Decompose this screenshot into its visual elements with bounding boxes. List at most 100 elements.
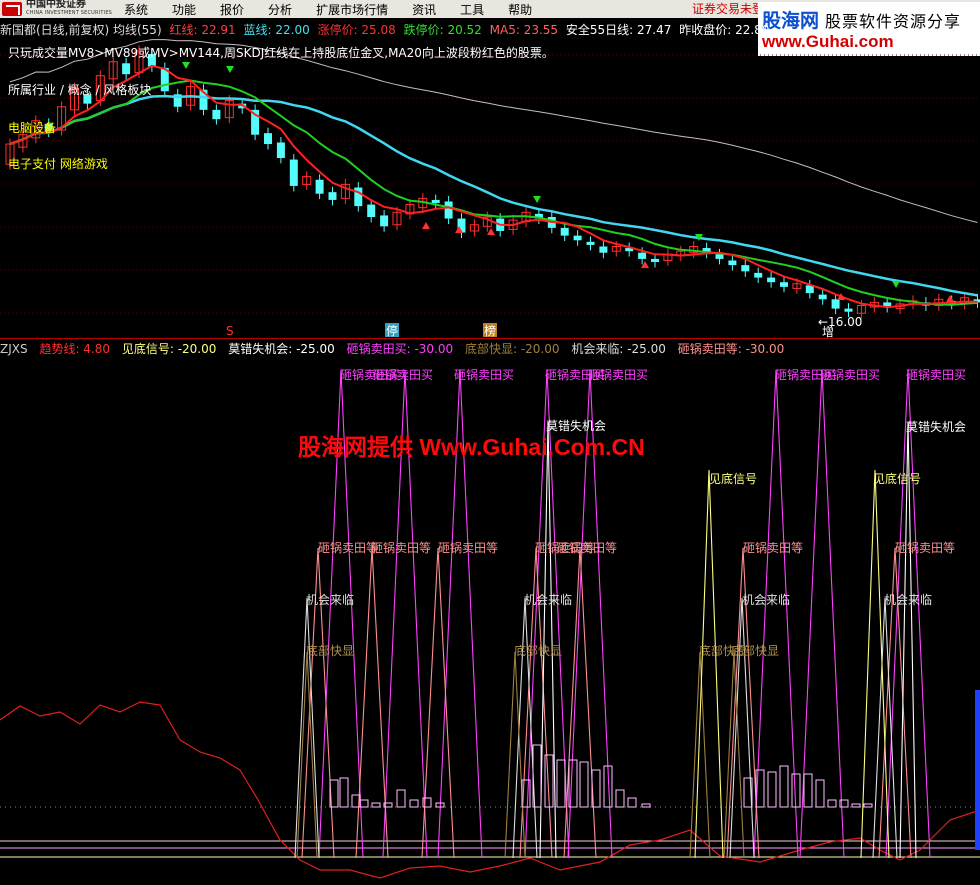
- candle-body: [264, 133, 272, 145]
- buy-signal-label: 砸锅卖田买: [820, 367, 880, 382]
- buy-signal-label: 砸锅卖田买: [906, 367, 966, 382]
- trend-line: [0, 701, 980, 879]
- buy-signal-label: 砸锅卖田买: [454, 367, 514, 382]
- candle-body: [844, 308, 853, 312]
- candle-body: [767, 277, 776, 283]
- wait-signal-spike: [421, 547, 455, 859]
- indicator-bar: [339, 777, 349, 808]
- legend-chance: 机会来临: -25.00: [571, 342, 666, 356]
- indicator-bar: [851, 803, 861, 808]
- candle-body: [367, 204, 376, 217]
- see-bottom-spike: [860, 469, 890, 859]
- candle-body: [431, 199, 440, 204]
- wait-signal-label: 砸锅卖田等: [371, 540, 431, 555]
- indicator-name: ZJXS: [0, 342, 28, 356]
- candle-body: [122, 63, 131, 75]
- indicator-bar: [556, 759, 566, 808]
- candle-body: [289, 159, 298, 186]
- indicator-bar: [579, 761, 589, 808]
- candle-body: [638, 252, 647, 259]
- sell-arrow-icon: [182, 62, 190, 69]
- bottom-show-label: 底部快显: [514, 643, 562, 658]
- candle-body: [276, 142, 285, 158]
- sell-arrow-icon: [892, 281, 900, 288]
- chance-signal-spike: [872, 597, 898, 859]
- candle-body: [780, 282, 788, 287]
- wait-signal-label: 砸锅卖田等: [438, 540, 498, 555]
- indicator-bar: [827, 799, 837, 808]
- chance-label: 机会来临: [524, 593, 572, 607]
- concept-payment-gaming[interactable]: 电子支付 网络游戏: [8, 155, 108, 172]
- panel-divider: [0, 338, 980, 339]
- candle-body: [715, 254, 724, 259]
- ma20-line: [9, 94, 978, 297]
- candle-body: [560, 227, 569, 236]
- legend-trend: 趋势线: 4.80: [39, 342, 111, 356]
- candle-body: [444, 201, 453, 219]
- indicator-legend: ZJXS 趋势线: 4.80 见底信号: -20.00 莫错失机会: -25.0…: [0, 340, 792, 357]
- see-bottom-label: 见底信号: [709, 471, 757, 486]
- chance-label: 机会来临: [884, 593, 932, 607]
- candle-body: [599, 246, 608, 253]
- indicator-bar: [641, 803, 651, 808]
- indicator-bar: [396, 789, 406, 808]
- ma10-line: [9, 79, 978, 306]
- candle-body: [651, 258, 659, 263]
- legend-bottom-show: 底部快显: -20.00: [464, 342, 560, 356]
- see-bottom-label: 见底信号: [873, 471, 921, 486]
- dont-miss-spike: [539, 421, 557, 859]
- wait-signal-label: 砸锅卖田等: [743, 540, 803, 555]
- candle-body: [754, 272, 763, 278]
- marker-ting: 停: [386, 323, 398, 338]
- bottom-show-label: 底部快显: [306, 643, 354, 658]
- wait-signal-label: 砸锅卖田等: [895, 540, 955, 555]
- wait-signal-label: 砸锅卖田等: [318, 540, 378, 555]
- buy-arrow-icon: [487, 228, 495, 235]
- ma5-line: [9, 64, 978, 309]
- indicator-bar: [779, 765, 789, 808]
- bottom-show-label: 底部快显: [731, 643, 779, 658]
- candle-body: [573, 235, 582, 241]
- indicator-bar: [815, 779, 825, 808]
- candle-body: [728, 260, 737, 266]
- chance-signal-spike: [512, 597, 538, 859]
- buy-arrow-icon: [946, 295, 954, 302]
- marker-bang: 榜: [484, 323, 496, 338]
- buy-signal-label: 砸锅卖田买: [588, 367, 648, 382]
- legend-see-bottom: 见底信号: -20.00: [121, 342, 217, 356]
- candle-body: [741, 265, 750, 272]
- candle-body: [212, 109, 221, 120]
- bottom-show-spike: [723, 651, 745, 859]
- candle-body: [380, 215, 389, 227]
- buy-signal-label: 砸锅卖田买: [373, 367, 433, 382]
- buy-arrow-icon: [422, 222, 430, 229]
- strategy-description: 只玩成交量MV8>MV89或MV>MV144,周SKDJ红线在上持股底位金叉,M…: [8, 46, 554, 60]
- chance-label: 机会来临: [742, 593, 790, 607]
- candle-body: [586, 241, 595, 245]
- wait-signal-label: 砸锅卖田等: [557, 540, 617, 555]
- sell-arrow-icon: [226, 66, 234, 73]
- right-edge-bar: [975, 690, 980, 850]
- chance-label: 机会来临: [306, 593, 354, 607]
- indicator-bar: [371, 802, 381, 808]
- candle-body: [315, 179, 324, 194]
- legend-wait: 砸锅卖田等: -30.00: [677, 342, 785, 356]
- indicator-bar: [409, 799, 419, 808]
- marker-s: S: [226, 324, 234, 338]
- indicator-bar: [803, 773, 813, 808]
- candle-body: [818, 294, 827, 300]
- candle-body: [831, 299, 840, 309]
- watermark: 股海网提供 Www.Guhai.Com.CN: [298, 434, 645, 460]
- industry-label[interactable]: 所属行业 / 概念 / 风格板块: [8, 81, 151, 98]
- marker-zeng: 增: [822, 325, 834, 339]
- dont-miss-label: 莫错失机会: [906, 419, 966, 434]
- sell-arrow-icon: [533, 196, 541, 203]
- bottom-show-spike: [689, 651, 711, 859]
- concept-computer-equipment[interactable]: 电脑设备: [8, 119, 56, 136]
- indicator-bar: [615, 789, 625, 808]
- candle-body: [328, 192, 337, 200]
- indicator-bar: [767, 771, 777, 808]
- indicator-bar: [627, 797, 637, 808]
- indicator-bar: [863, 803, 873, 808]
- legend-buy: 砸锅卖田买: -30.00: [346, 342, 454, 356]
